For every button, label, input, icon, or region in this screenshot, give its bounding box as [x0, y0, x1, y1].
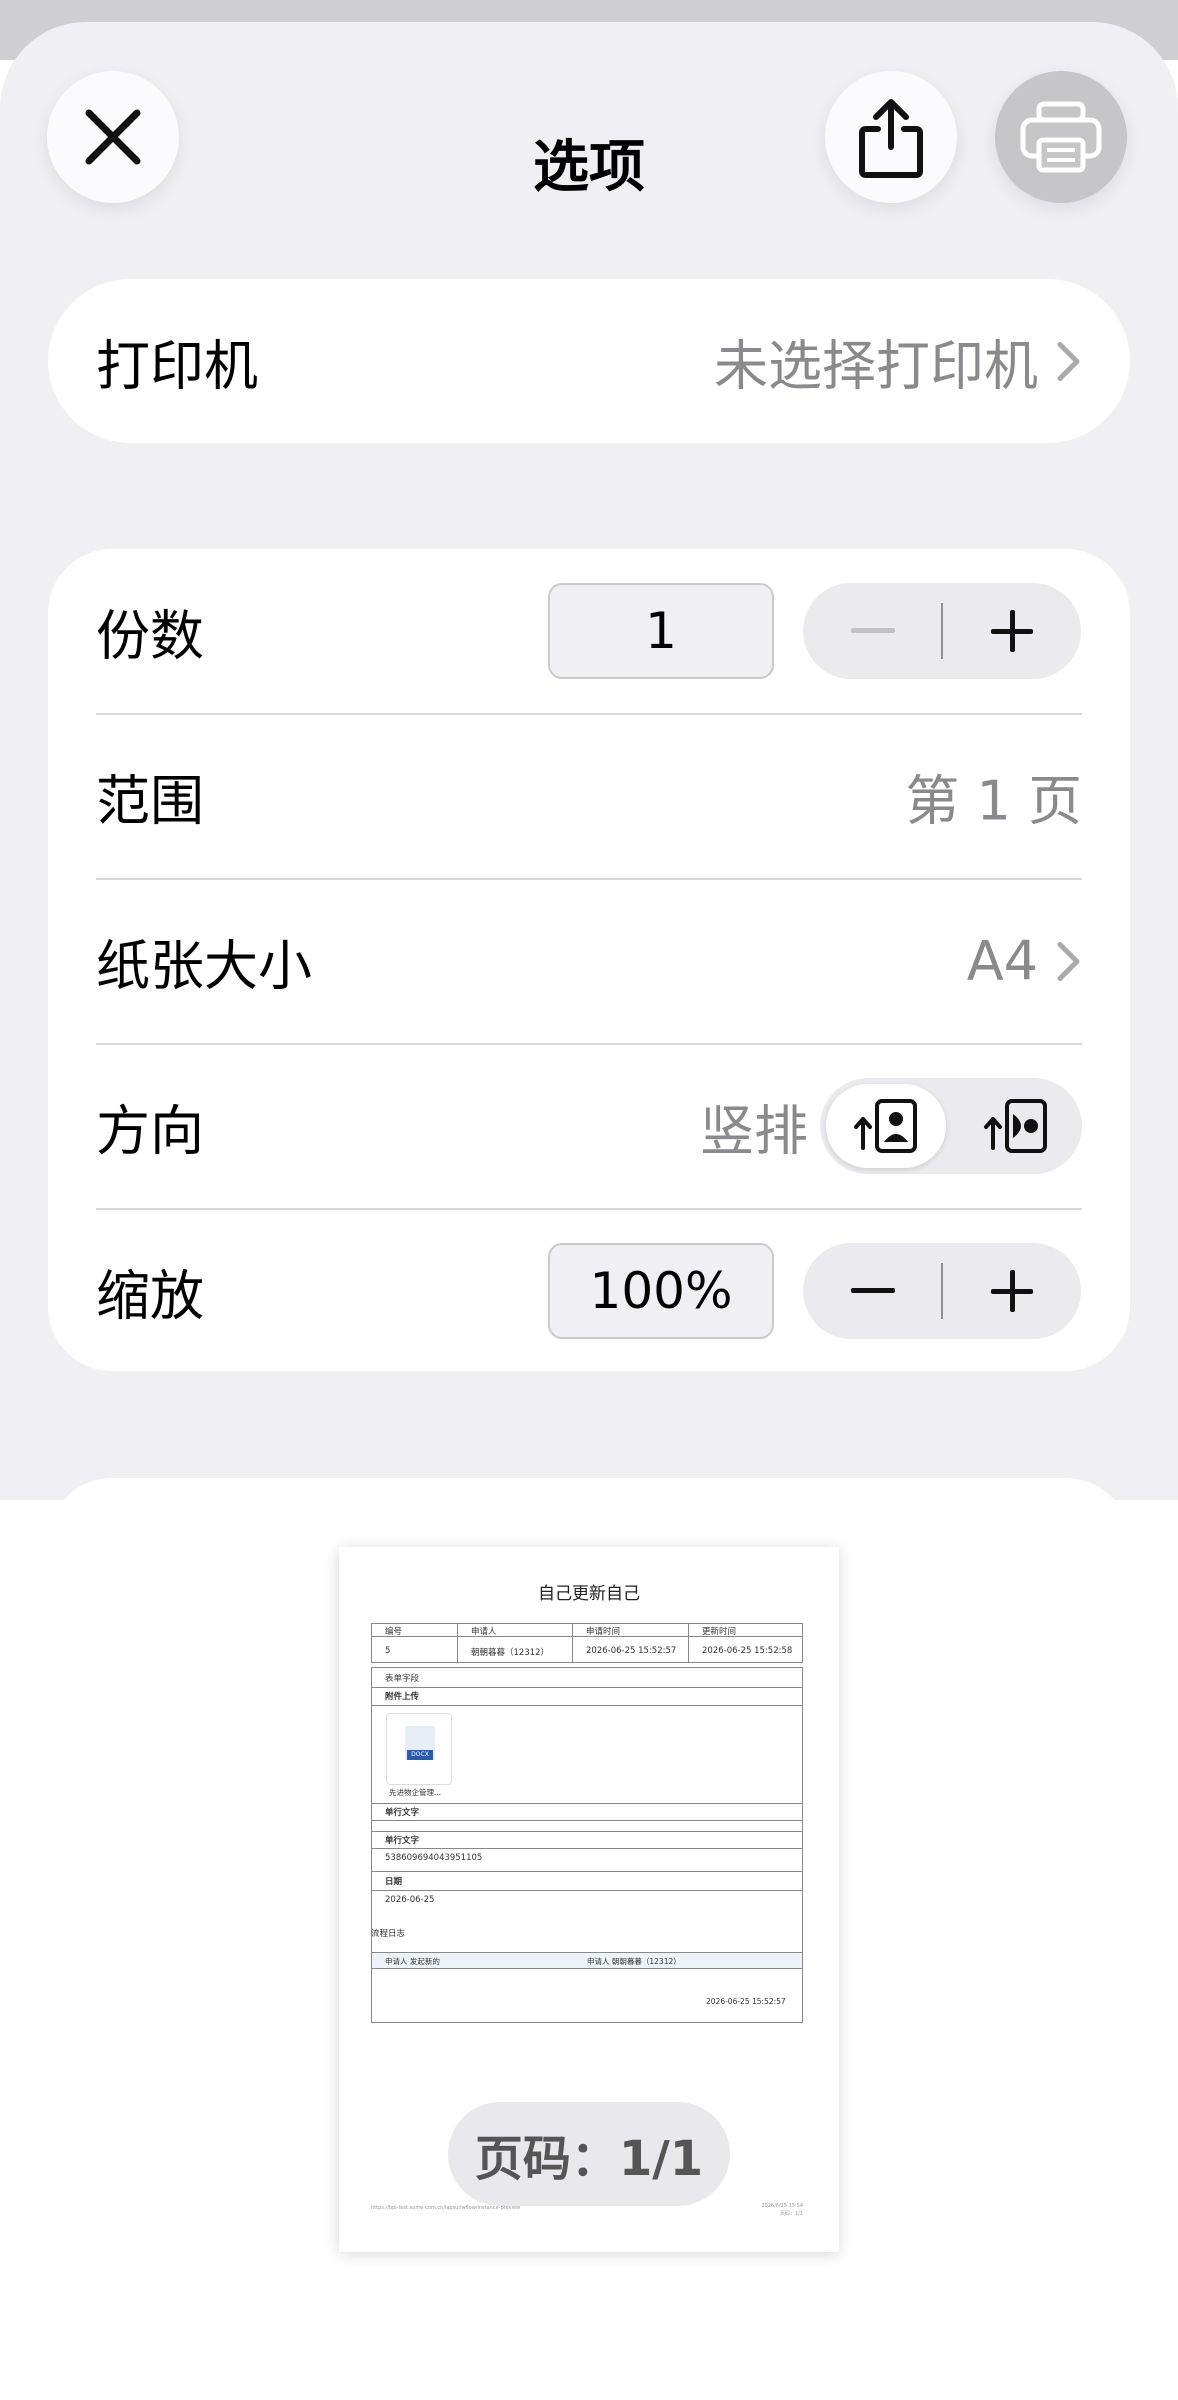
form-label: 附件上传: [385, 1692, 420, 1702]
range-row[interactable]: 范围 第 1 页: [48, 714, 1130, 878]
decrement-button[interactable]: [803, 583, 942, 679]
printer-label: 打印机: [96, 334, 258, 398]
chevron-right-icon: [1057, 341, 1080, 381]
preview-form-table: [371, 1667, 803, 1960]
table-cell: 2026-06-25 15:52:58: [702, 1646, 793, 1656]
table-rule: [371, 1803, 803, 1804]
copies-field[interactable]: 1: [548, 583, 774, 679]
copies-label: 份数: [96, 604, 204, 668]
orientation-value: 竖排: [700, 1099, 808, 1163]
paper-size-row[interactable]: 纸张大小 A4: [48, 879, 1130, 1043]
form-label: 单行文字: [385, 1808, 420, 1818]
table-rule: [371, 1871, 803, 1872]
table-rule: [371, 1687, 803, 1688]
printer-card[interactable]: 打印机 未选择打印机: [48, 279, 1130, 443]
copies-stepper: [803, 583, 1081, 679]
minus-icon: [850, 628, 895, 633]
printer-value-group: 未选择打印机: [714, 322, 1082, 401]
portrait-icon: [854, 1099, 917, 1153]
increment-button[interactable]: [942, 1243, 1081, 1339]
chevron-right-icon: [1057, 941, 1080, 981]
table-rule: [457, 1623, 458, 1663]
minus-icon: [850, 1288, 895, 1293]
options-card: 份数 1 范围 第 1 页 纸张大小 A4 方向 竖排 缩放 100%: [48, 549, 1130, 1371]
table-header: 编号: [385, 1627, 403, 1637]
paper-size-value: A4: [966, 929, 1038, 993]
log-cell: 申请人 朝朝暮暮（12312）: [587, 1957, 681, 1966]
share-icon: [859, 99, 923, 178]
scale-stepper: [803, 1243, 1081, 1339]
plus-icon: [990, 610, 1033, 652]
table-cell: 朝朝暮暮（12312）: [471, 1648, 550, 1658]
table-rule: [371, 1820, 803, 1821]
table-rule: [371, 1831, 803, 1832]
form-label: 表单字段: [385, 1674, 420, 1684]
form-label: 日期: [385, 1877, 403, 1887]
log-title: 流程日志: [371, 1929, 406, 1939]
scale-row: 缩放 100%: [48, 1209, 1130, 1373]
table-header: 申请时间: [586, 1627, 621, 1637]
printer-row[interactable]: 打印机 未选择打印机: [48, 279, 1130, 443]
landscape-icon: [984, 1099, 1047, 1153]
table-rule: [688, 1623, 689, 1663]
form-value: 538609694043951105: [385, 1853, 483, 1863]
orientation-toggle: [820, 1078, 1082, 1174]
share-button[interactable]: [825, 71, 957, 203]
table-cell: 2026-06-25 15:52:57: [586, 1646, 677, 1656]
table-header: 更新时间: [702, 1627, 737, 1637]
scale-field[interactable]: 100%: [548, 1243, 774, 1339]
printer-icon: [1020, 101, 1102, 173]
range-label: 范围: [96, 769, 204, 833]
attachment-card[interactable]: DOCX: [386, 1713, 452, 1785]
decrement-button[interactable]: [803, 1243, 942, 1339]
print-options-sheet: 选项 打印机 未选择打印机 份数 1 范围 第 1 页 纸张大小 A4 方向 竖…: [0, 22, 1178, 1500]
table-rule: [371, 1968, 803, 1969]
table-rule: [371, 1890, 803, 1891]
footer-page: 页码：1/1: [779, 2211, 803, 2217]
landscape-option[interactable]: [956, 1084, 1076, 1168]
paper-size-value-group: A4: [967, 930, 1082, 993]
scale-label: 缩放: [96, 1264, 204, 1328]
table-rule: [371, 1848, 803, 1849]
log-time: 2026-06-25 15:52:57: [706, 1997, 786, 2006]
table-header: 申请人: [471, 1627, 497, 1637]
range-value: 第 1 页: [905, 769, 1082, 833]
table-cell: 5: [385, 1646, 391, 1656]
orientation-row: 方向 竖排: [48, 1044, 1130, 1208]
printer-value: 未选择打印机: [714, 334, 1038, 398]
increment-button[interactable]: [942, 583, 1081, 679]
form-label: 单行文字: [385, 1836, 420, 1846]
print-button[interactable]: [995, 71, 1127, 203]
log-cell: 申请人 发起新的: [385, 1957, 440, 1966]
preview-title: 自己更新自己: [538, 1584, 640, 1604]
form-value: 2026-06-25: [385, 1895, 435, 1905]
footer-date: 2026/6/25 15:54: [761, 2203, 803, 2209]
table-rule: [572, 1623, 573, 1663]
next-card-peek: [48, 1478, 1130, 1500]
portrait-option[interactable]: [826, 1084, 946, 1168]
page-indicator: 页码：1/1: [448, 2102, 730, 2206]
docx-badge: DOCX: [407, 1750, 433, 1760]
copies-row: 份数 1: [48, 549, 1130, 713]
orientation-label: 方向: [96, 1099, 204, 1163]
table-rule: [371, 1705, 803, 1706]
attachment-name: 先进物企管理...: [389, 1788, 442, 1797]
paper-size-label: 纸张大小: [96, 934, 312, 998]
plus-icon: [990, 1270, 1033, 1312]
